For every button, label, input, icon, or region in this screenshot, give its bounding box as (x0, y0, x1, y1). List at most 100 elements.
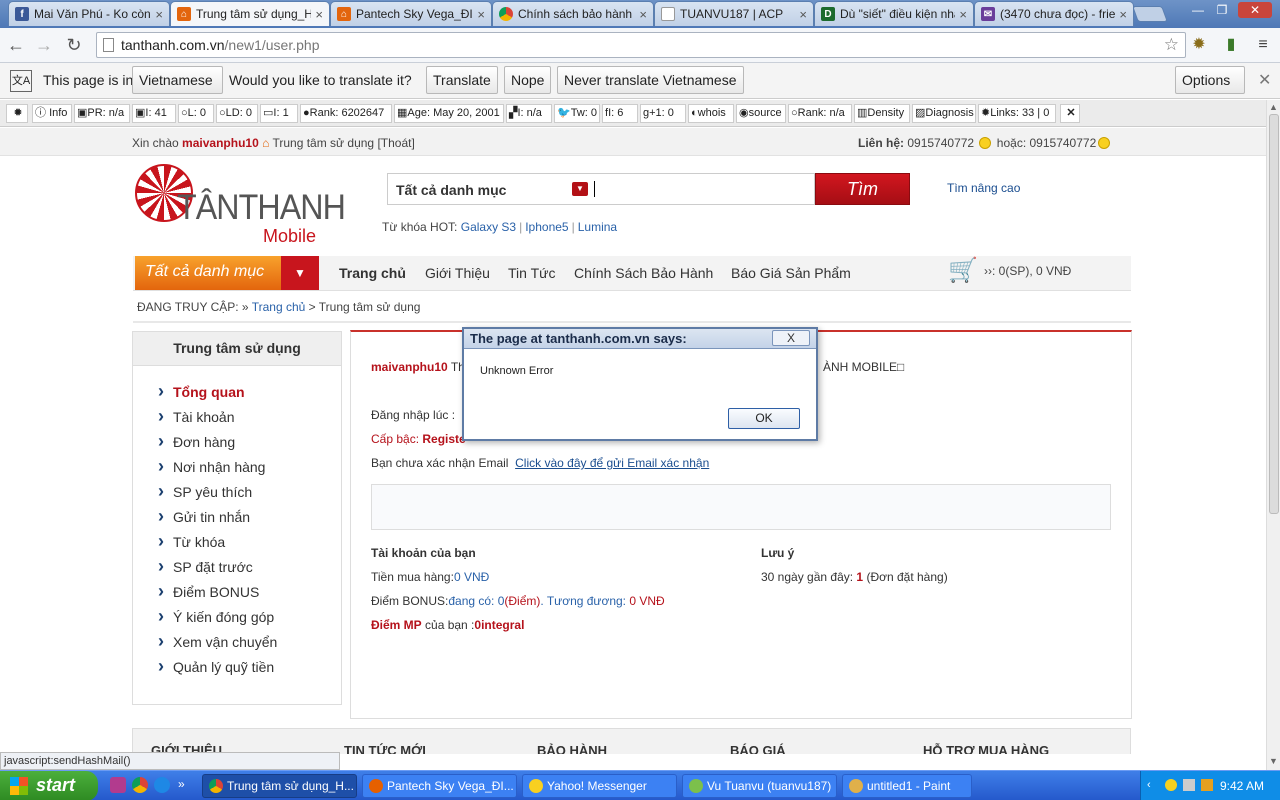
restore-icon[interactable]: ❐ (1212, 2, 1232, 18)
dialog-close-button[interactable]: X (772, 330, 810, 346)
sidebar-item-orders[interactable]: Đơn hàng (158, 431, 341, 459)
nav-about[interactable]: Giới Thiệu (425, 265, 490, 281)
close-icon[interactable]: ✕ (1258, 70, 1271, 90)
close-icon[interactable]: × (1119, 7, 1127, 22)
tab-facebook[interactable]: f Mai Văn Phú - Ko còn t × (8, 1, 170, 26)
seo-item[interactable]: ○L: 0 (178, 104, 214, 123)
footer-support[interactable]: HỖ TRỢ MUA HÀNG (923, 743, 1049, 754)
footer-news[interactable]: TIN TỨC MỚI (344, 743, 426, 754)
close-icon[interactable]: × (799, 7, 807, 22)
forward-icon[interactable]: → (32, 33, 56, 57)
seo-item[interactable]: ▭I: 1 (260, 104, 298, 123)
translate-button[interactable]: Translate (426, 66, 498, 94)
tab-news[interactable]: D Dù "siết" điều kiện nhậ × (814, 1, 974, 26)
new-tab-button[interactable] (1132, 6, 1168, 22)
page-scrollbar[interactable]: ▲ ▼ (1266, 100, 1280, 770)
ok-button[interactable]: OK (728, 408, 800, 429)
username-link[interactable]: maivanphu10 (182, 136, 259, 150)
tab-user-center[interactable]: ⌂ Trung tâm sử dụng_H × (170, 1, 330, 26)
task-paint[interactable]: untitled1 - Paint (842, 774, 972, 798)
task-chat[interactable]: Vu Tuanvu (tuanvu187) (682, 774, 837, 798)
chrome-icon[interactable] (132, 777, 148, 793)
task-chrome[interactable]: Trung tâm sử dụng_H... (202, 774, 357, 798)
nope-button[interactable]: Nope (504, 66, 552, 94)
nav-price-list[interactable]: Báo Giá Sản Phẩm (731, 265, 851, 281)
seo-item[interactable]: ▦Age: May 20, 2001 (394, 104, 504, 123)
start-button[interactable]: start (0, 771, 98, 800)
logout-link[interactable]: [Thoát] (377, 136, 414, 150)
nav-news[interactable]: Tin Tức (508, 265, 556, 281)
seo-item[interactable]: ✹Links: 33 | 0 (978, 104, 1056, 123)
task-firefox[interactable]: Pantech Sky Vega_ĐI... (362, 774, 517, 798)
seo-item[interactable]: ▣PR: n/a (74, 104, 130, 123)
address-bar[interactable]: tanthanh.com.vn/new1/user.php ☆ (96, 32, 1186, 58)
crumb-home-link[interactable]: Trang chủ (252, 300, 306, 314)
scroll-thumb[interactable] (1269, 114, 1279, 514)
seo-item[interactable]: ⓘ Info (32, 104, 72, 123)
sidebar-item-preorders[interactable]: SP đặt trước (158, 556, 341, 584)
gear-extension-icon[interactable]: ✹ (1188, 34, 1210, 56)
seo-item[interactable]: ○Rank: n/a (788, 104, 852, 123)
seo-item[interactable]: fI: 6 (602, 104, 638, 123)
seo-gear-icon[interactable]: ✹ (6, 104, 28, 123)
menu-icon[interactable]: ≡ (1252, 34, 1274, 56)
sidebar-item-shipping[interactable]: Xem vận chuyển (158, 631, 341, 659)
send-verification-email-link[interactable]: Click vào đây để gửi Email xác nhận (515, 456, 709, 470)
scroll-down-icon[interactable]: ▼ (1269, 756, 1278, 766)
back-icon[interactable]: ← (4, 33, 28, 57)
close-window-icon[interactable]: ✕ (1238, 2, 1272, 18)
seo-item[interactable]: ▨Diagnosis (912, 104, 976, 123)
minimize-icon[interactable]: — (1188, 2, 1208, 18)
yahoo-smiley-icon[interactable] (979, 137, 992, 149)
sidebar-item-overview[interactable]: Tổng quan (158, 381, 341, 409)
sidebar-item-messages[interactable]: Gửi tin nhắn (158, 506, 341, 534)
seo-item[interactable]: 🐦Tw: 0 (554, 104, 600, 123)
quicklaunch-icon[interactable] (110, 777, 126, 793)
tanthanh-logo[interactable]: TÂNTHANH Mobile (135, 164, 346, 248)
user-center-link[interactable]: Trung tâm sử dụng (272, 136, 374, 150)
search-button[interactable]: Tìm (815, 173, 910, 205)
tab-warranty[interactable]: Chính sách bảo hành × (492, 1, 654, 26)
sidebar-item-keywords[interactable]: Từ khóa (158, 531, 341, 559)
network-icon[interactable] (1183, 779, 1195, 791)
search-category[interactable]: Tất cả danh mục (396, 182, 506, 198)
sidebar-item-shipping-address[interactable]: Nơi nhận hàng (158, 456, 341, 484)
more-icon[interactable]: » (178, 777, 185, 791)
nav-home[interactable]: Trang chủ (339, 265, 406, 281)
close-icon[interactable]: × (639, 7, 647, 22)
task-yahoo[interactable]: Yahoo! Messenger (522, 774, 677, 798)
footer-warranty[interactable]: BẢO HÀNH (537, 743, 607, 754)
hot-keyword-link[interactable]: Galaxy S3 (461, 220, 516, 234)
advanced-search-link[interactable]: Tìm nâng cao (947, 181, 1020, 195)
sidebar-item-favorites[interactable]: SP yêu thích (158, 481, 341, 509)
tab-mail[interactable]: ✉ (3470 chưa đọc) - frien × (974, 1, 1134, 26)
hot-keyword-link[interactable]: Iphone5 (525, 220, 568, 234)
close-icon[interactable]: × (477, 7, 485, 22)
options-button[interactable]: Options ▾ (1175, 66, 1245, 114)
close-icon[interactable]: × (155, 7, 163, 22)
yahoo-tray-icon[interactable] (1165, 779, 1177, 791)
sidebar-item-feedback[interactable]: Ý kiến đóng góp (158, 606, 341, 634)
seo-item[interactable]: g+1: 0 (640, 104, 686, 123)
seo-item[interactable]: ○LD: 0 (216, 104, 258, 123)
volume-icon[interactable] (1201, 779, 1213, 791)
seo-item[interactable]: ▥Density (854, 104, 910, 123)
seo-item[interactable]: ●Rank: 6202647 (300, 104, 392, 123)
tab-pantech[interactable]: ⌂ Pantech Sky Vega_ĐI × (330, 1, 492, 26)
ie-icon[interactable] (154, 777, 170, 793)
seo-item[interactable]: ◉source (736, 104, 786, 123)
footer-price[interactable]: BÁO GIÁ (730, 743, 786, 754)
seo-item[interactable]: ◐whois (688, 104, 734, 123)
tray-arrow-icon[interactable]: ‹ (1147, 779, 1151, 791)
close-icon[interactable]: × (315, 7, 323, 22)
reload-icon[interactable]: ↻ (62, 33, 86, 57)
chevron-down-icon[interactable]: ▼ (572, 182, 588, 196)
language-select[interactable]: Vietnamese ▾ (132, 66, 223, 114)
all-categories-button[interactable]: Tất cả danh mục ▼ (135, 256, 319, 290)
search-box[interactable]: Tất cả danh mục ▼ (387, 173, 815, 205)
hot-keyword-link[interactable]: Lumina (578, 220, 617, 234)
close-icon[interactable]: × (959, 7, 967, 22)
nav-warranty[interactable]: Chính Sách Bảo Hành (574, 265, 713, 281)
sidebar-item-bonus[interactable]: Điểm BONUS (158, 581, 341, 609)
yahoo-smiley-icon[interactable] (1098, 137, 1111, 149)
